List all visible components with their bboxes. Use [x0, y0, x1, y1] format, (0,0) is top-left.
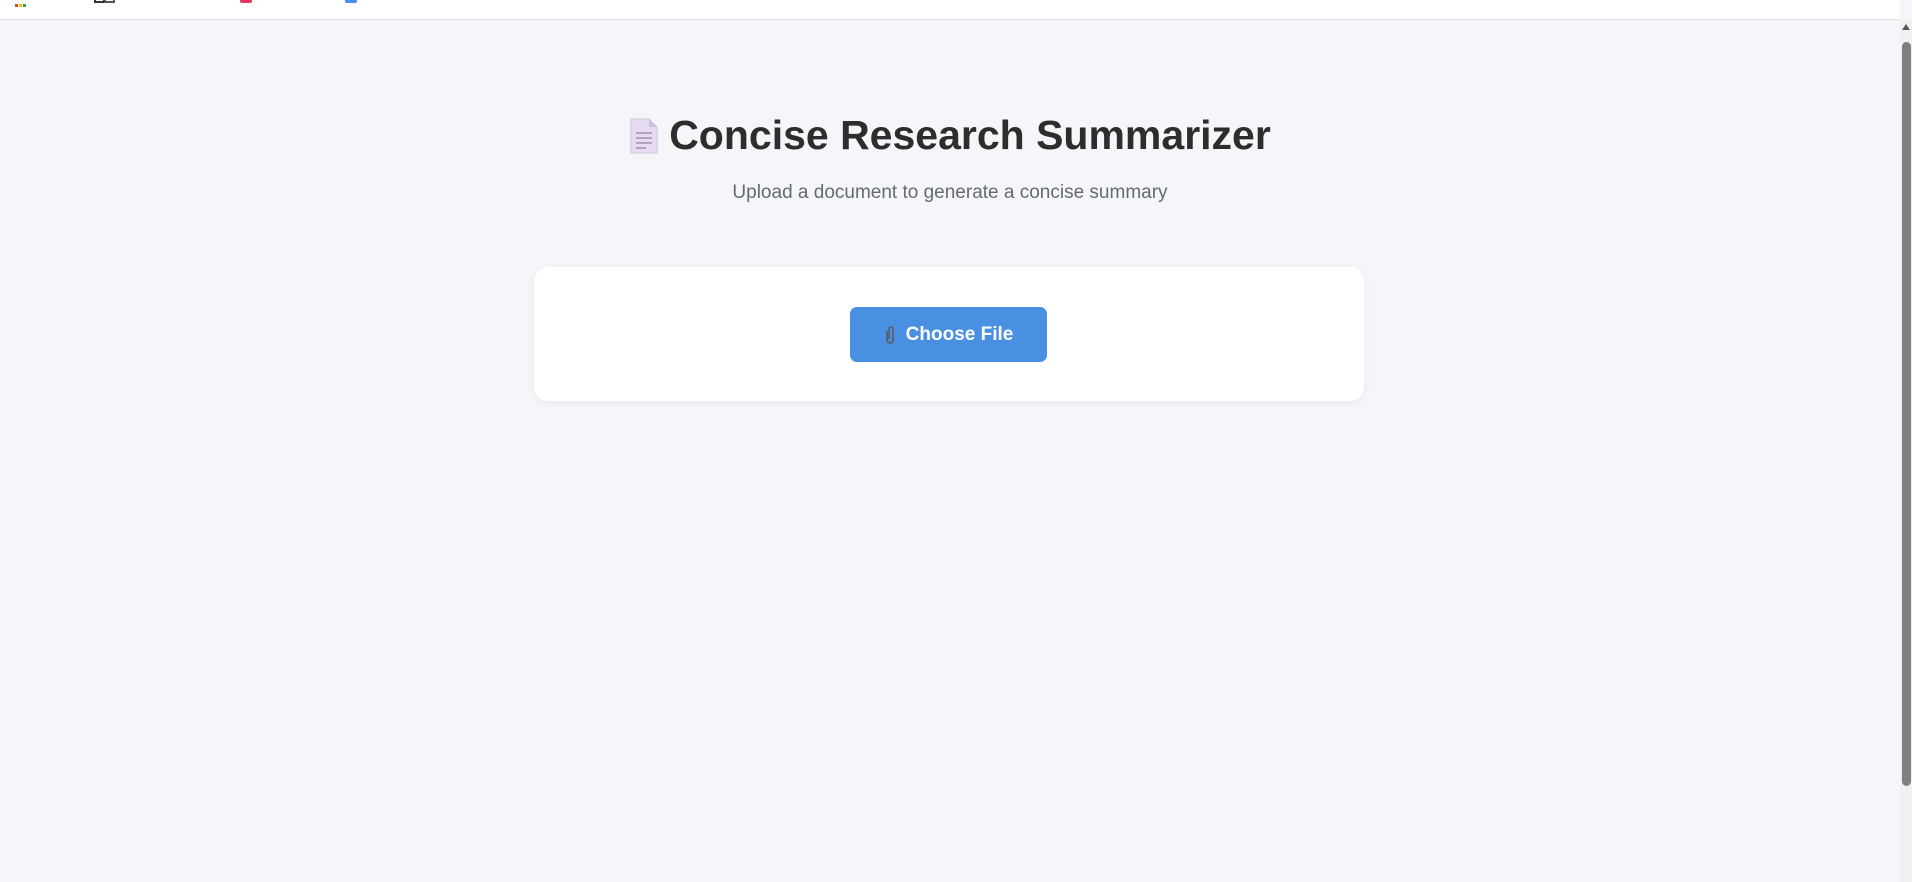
choose-file-label: Choose File	[905, 323, 1014, 345]
bookmark-icon[interactable]	[240, 0, 252, 3]
bookmark-icon[interactable]	[345, 0, 357, 3]
bookmark-icon[interactable]	[104, 0, 115, 3]
vertical-scrollbar[interactable]	[1900, 20, 1912, 882]
scrollbar-thumb[interactable]	[1902, 42, 1911, 786]
upload-card: Choose File	[534, 267, 1364, 401]
page: Concise Research Summarizer Upload a doc…	[0, 20, 1900, 882]
scroll-up-arrow-icon[interactable]	[1902, 24, 1910, 30]
page-title: Concise Research Summarizer	[669, 112, 1271, 158]
bookmarks-bar	[0, 0, 1900, 20]
paperclip-icon	[884, 325, 896, 345]
document-icon	[629, 117, 659, 155]
header: Concise Research Summarizer Upload a doc…	[0, 112, 1900, 204]
title-row: Concise Research Summarizer	[629, 112, 1271, 159]
page-subtitle: Upload a document to generate a concise …	[732, 181, 1168, 203]
apps-icon[interactable]	[15, 0, 29, 7]
choose-file-button[interactable]: Choose File	[850, 307, 1047, 362]
